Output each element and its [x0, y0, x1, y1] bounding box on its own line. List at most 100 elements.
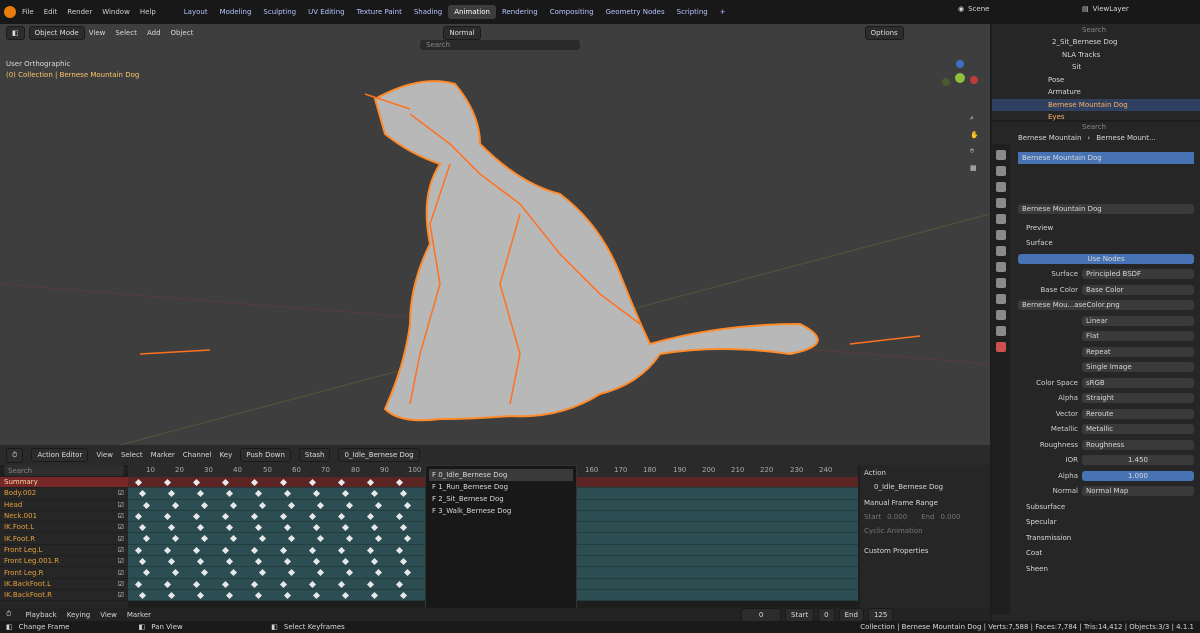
keyframe[interactable]	[171, 535, 180, 543]
keyframe[interactable]	[403, 569, 412, 577]
keyframe[interactable]	[283, 490, 292, 498]
constraint-icon[interactable]	[996, 310, 1006, 320]
tab-sculpting[interactable]: Sculpting	[257, 5, 302, 19]
keyframe[interactable]	[254, 524, 263, 532]
outliner-item[interactable]: 2_Sit_Bernese Dog	[992, 36, 1200, 49]
keyframe[interactable]	[171, 501, 180, 509]
keyframe[interactable]	[341, 558, 350, 566]
keyframe[interactable]	[370, 524, 379, 532]
pan-hand-icon[interactable]: ✋	[970, 131, 984, 139]
keyframe[interactable]	[283, 558, 292, 566]
properties-search-input[interactable]: Search	[1082, 123, 1106, 131]
keyframe[interactable]	[192, 512, 201, 520]
keyframe[interactable]	[283, 524, 292, 532]
material-name-field[interactable]: Bernese Mountain Dog	[1018, 204, 1194, 214]
transmission-section[interactable]: Transmission	[1012, 530, 1200, 546]
keyframe[interactable]	[312, 524, 321, 532]
keyframe[interactable]	[138, 591, 147, 600]
channel-row[interactable]: Body.002 ☑	[0, 488, 128, 500]
keyframe[interactable]	[399, 591, 408, 600]
keyframe[interactable]	[192, 546, 201, 554]
zoom-icon[interactable]: ⌕	[970, 114, 984, 123]
ae-menu-view[interactable]: View	[96, 451, 113, 459]
keyframe[interactable]	[395, 512, 404, 520]
keyframe[interactable]	[138, 490, 147, 498]
keyframe[interactable]	[171, 569, 180, 577]
editor-type-dropdown[interactable]: ⏱	[6, 447, 24, 463]
start-frame-field[interactable]: 0	[818, 607, 835, 622]
specular-section[interactable]: Specular	[1012, 515, 1200, 531]
keyframe[interactable]	[312, 558, 321, 566]
checkbox-icon[interactable]: ☑	[118, 569, 124, 577]
outliner-item[interactable]: Armature	[992, 86, 1200, 99]
keyframe[interactable]	[196, 591, 205, 600]
keyframe[interactable]	[395, 580, 404, 588]
channel-row[interactable]: IK.Foot.L ☑	[0, 522, 128, 534]
keyframe[interactable]	[250, 478, 259, 487]
tab-rendering[interactable]: Rendering	[496, 5, 544, 19]
keyframe[interactable]	[134, 546, 143, 554]
keyframe[interactable]	[312, 490, 321, 498]
menu-keying[interactable]: Keying	[67, 611, 91, 619]
outliner-item[interactable]: Sit	[992, 61, 1200, 74]
outliner-item[interactable]: Bernese Mountain Dog	[992, 98, 1200, 111]
keyframe[interactable]	[142, 535, 151, 543]
keyframe[interactable]	[345, 535, 354, 543]
channel-search-input[interactable]: Search	[8, 467, 32, 475]
channel-row[interactable]: IK.Foot.R ☑	[0, 533, 128, 545]
channel-row[interactable]: Neck.001 ☑	[0, 511, 128, 523]
tab-scripting[interactable]: Scripting	[671, 5, 714, 19]
keyframe[interactable]	[134, 512, 143, 520]
projection-dropdown[interactable]: Flat	[1082, 331, 1194, 342]
keyframe[interactable]	[395, 478, 404, 487]
tool-icon[interactable]	[996, 150, 1006, 160]
channel-row[interactable]: IK.BackFoot.L ☑	[0, 579, 128, 590]
3d-viewport[interactable]: ◧ Object Mode View Select Add Object Nor…	[0, 24, 990, 445]
menu-marker[interactable]: Marker	[127, 611, 151, 619]
action-item[interactable]: F 3_Walk_Bernese Dog	[429, 505, 573, 517]
keyframe[interactable]	[163, 478, 172, 487]
keyframe[interactable]	[258, 569, 267, 577]
outliner-item[interactable]: Pose	[992, 74, 1200, 87]
keyframe[interactable]	[229, 501, 238, 509]
keyframe[interactable]	[316, 569, 325, 577]
tab-layout[interactable]: Layout	[178, 5, 214, 19]
keyframe[interactable]	[192, 580, 201, 588]
channel-row[interactable]: Head ☑	[0, 500, 128, 511]
keyframe[interactable]	[221, 478, 230, 487]
custom-properties-section[interactable]: Custom Properties	[864, 547, 986, 555]
keyframe[interactable]	[196, 490, 205, 498]
keyframe[interactable]	[279, 512, 288, 520]
metallic-field[interactable]: Metallic	[1082, 424, 1194, 435]
checkbox-icon[interactable]: ☑	[118, 580, 124, 588]
material-icon[interactable]	[996, 342, 1006, 352]
material-slot[interactable]: Bernese Mountain Dog	[1018, 152, 1194, 164]
menu-window[interactable]: Window	[102, 8, 130, 16]
outliner-item[interactable]: NLA Tracks	[992, 49, 1200, 62]
stash-button[interactable]: Stash	[298, 448, 331, 462]
keyframe[interactable]	[254, 490, 263, 498]
manual-frame-range-checkbox[interactable]: Manual Frame Range	[864, 499, 986, 507]
surface-field[interactable]: Principled BSDF	[1082, 269, 1194, 280]
keyframe[interactable]	[196, 558, 205, 566]
keyframe[interactable]	[258, 535, 267, 543]
keyframe[interactable]	[287, 569, 296, 577]
end-frame-field[interactable]: 125	[867, 607, 894, 622]
action-item[interactable]: F 1_Run_Bernese Dog	[429, 481, 573, 493]
checkbox-icon[interactable]: ☑	[118, 557, 124, 565]
alpha-mode-dropdown[interactable]: Straight	[1082, 393, 1194, 404]
tab-modeling[interactable]: Modeling	[214, 5, 258, 19]
tab-compositing[interactable]: Compositing	[544, 5, 600, 19]
keyframe[interactable]	[366, 478, 375, 487]
alpha-slider[interactable]: 1.000	[1082, 470, 1194, 481]
checkbox-icon[interactable]: ☑	[118, 535, 124, 543]
channel-search[interactable]: Search	[4, 465, 124, 476]
checkbox-icon[interactable]: ☑	[118, 489, 124, 497]
action-item[interactable]: F 0_Idle_Bernese Dog	[429, 469, 573, 481]
data-icon[interactable]	[996, 326, 1006, 336]
keyframe[interactable]	[254, 558, 263, 566]
coat-section[interactable]: Coat	[1012, 546, 1200, 562]
preview-section[interactable]: Preview	[1012, 220, 1200, 236]
keyframe[interactable]	[399, 558, 408, 566]
keyframe[interactable]	[337, 546, 346, 554]
